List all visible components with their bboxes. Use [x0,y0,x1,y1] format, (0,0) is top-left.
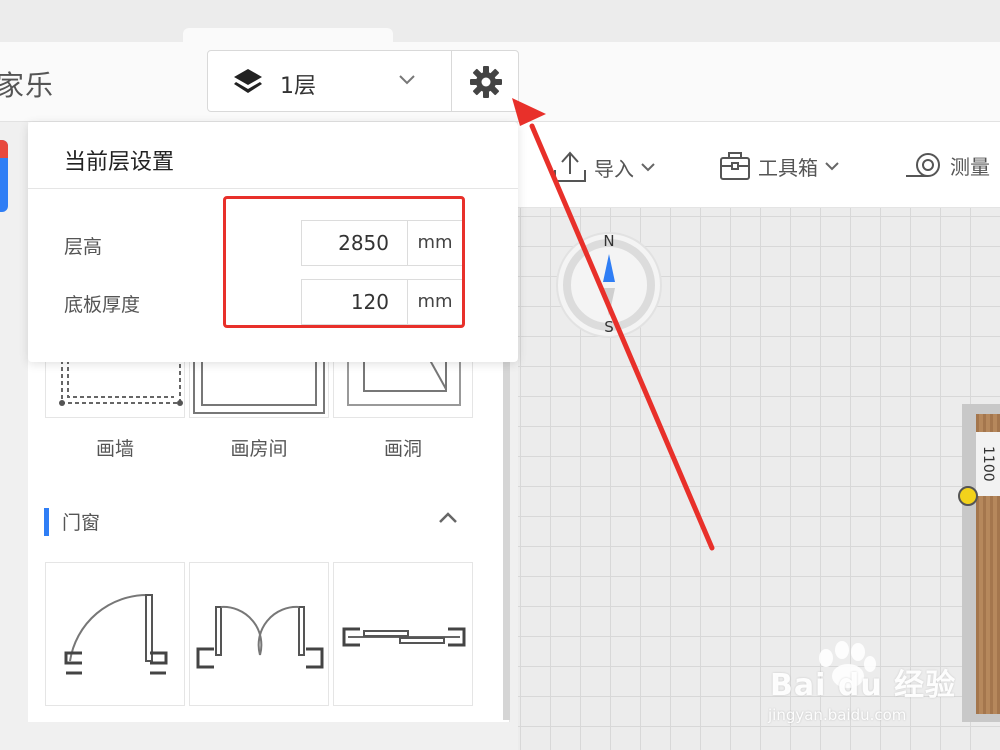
import-label: 导入 [594,156,634,181]
gear-icon [470,66,502,98]
double-door-icon [196,605,324,669]
watermark-brand: Bai du 经验 [770,668,957,703]
floor-select-value: 1层 [280,74,316,99]
single-door-icon [64,593,168,675]
window-top-strip [0,0,1000,42]
popup-title: 当前层设置 [64,150,175,175]
tape-measure-icon [906,153,940,177]
draw-wall-label: 画墙 [95,438,134,460]
dimension-label: 1100 [976,432,1000,496]
import-button[interactable]: 导入 [552,150,656,184]
upload-icon [554,151,586,182]
chevron-down-icon [399,75,415,85]
chevron-down-icon [825,162,839,171]
floor-settings-button[interactable] [451,50,519,112]
double-door-item[interactable] [189,562,329,706]
watermark-url: jingyan.baidu.com [768,706,907,724]
floorplan-room[interactable]: 1100 [958,404,1000,722]
floor-select[interactable]: 1层 [207,50,452,112]
draw-opening-icon [347,348,461,406]
layers-icon [234,69,262,93]
draw-room-label: 画房间 [230,438,288,460]
section-accent-bar [44,508,49,536]
chevron-down-icon [641,163,655,172]
brand-title: 家乐 [0,69,55,102]
measure-button[interactable]: 测量 [904,150,990,180]
floor-thickness-label: 底板厚度 [64,294,141,316]
compass-icon[interactable]: N S [554,232,664,338]
wall-handle[interactable] [958,486,978,506]
compass-south-label: S [604,318,614,336]
sliding-door-item[interactable] [333,562,473,706]
compass-north-label: N [603,232,614,250]
draw-room-icon [193,348,325,414]
side-accent-tab[interactable] [0,140,8,212]
single-door-item[interactable] [45,562,185,706]
toolbox-button[interactable]: 工具箱 [718,150,840,182]
section-title-doors-windows: 门窗 [62,512,101,534]
browser-tab[interactable] [183,28,393,42]
draw-opening-label: 画洞 [383,438,422,460]
toolbox-icon [720,152,750,180]
sliding-door-icon [342,627,466,647]
floor-height-label: 层高 [64,236,103,258]
toolbox-label: 工具箱 [758,155,818,180]
draw-wall-icon [59,353,183,406]
popup-divider [28,188,518,189]
left-panel-scrollbar[interactable] [503,360,510,720]
highlight-box [223,196,465,328]
measure-label: 测量 [950,154,990,179]
main-toolbar: 导入 工具箱 测量 [518,122,1000,208]
chevron-up-icon[interactable] [436,510,460,526]
